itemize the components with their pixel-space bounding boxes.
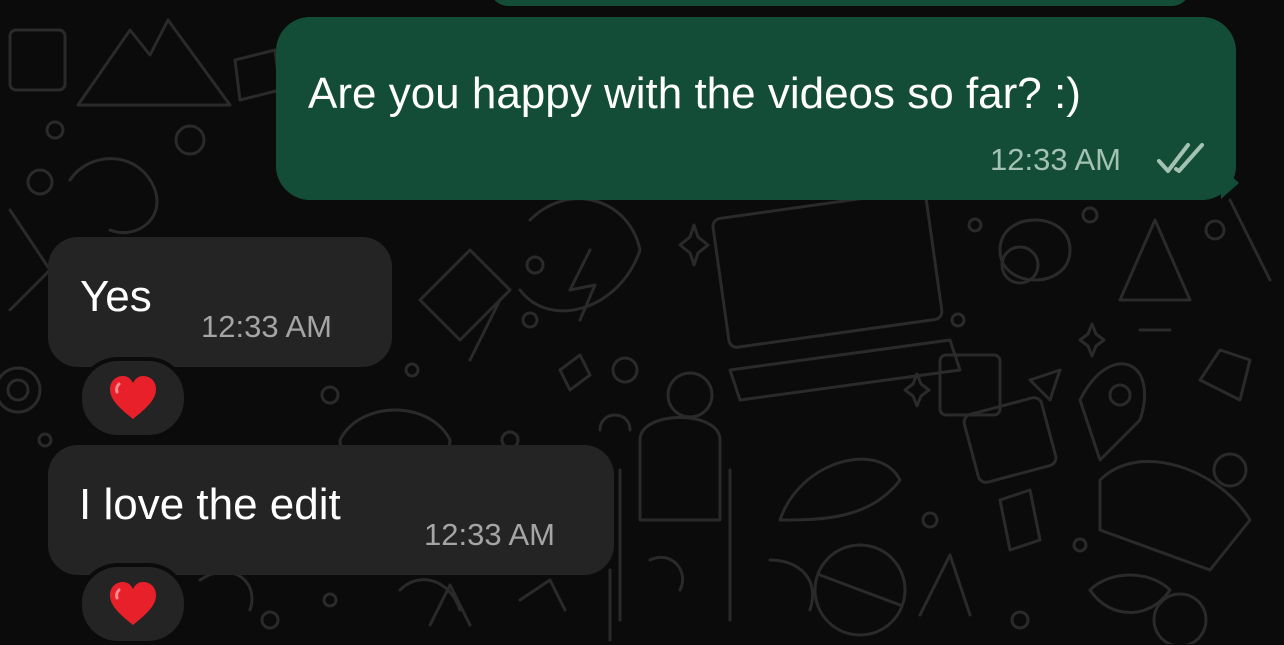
bubble-tail	[1221, 167, 1239, 199]
reaction-badge[interactable]	[78, 563, 188, 645]
incoming-message-bubble[interactable]: Yes 12:33 AM	[48, 237, 392, 367]
previous-message-bubble	[490, 0, 1190, 6]
red-heart-icon	[110, 376, 156, 419]
outgoing-message-bubble[interactable]: Are you happy with the videos so far? :)…	[276, 17, 1239, 200]
message-timestamp: 12:33 AM	[201, 309, 332, 344]
message-text: I love the edit	[79, 480, 341, 529]
red-heart-icon	[110, 582, 156, 625]
message-timestamp: 12:33 AM	[424, 517, 555, 552]
message-timestamp: 12:33 AM	[990, 142, 1121, 177]
message-text: Yes	[80, 272, 152, 321]
reaction-badge[interactable]	[78, 357, 188, 439]
message-text: Are you happy with the videos so far? :)	[308, 69, 1081, 118]
double-check-icon	[1156, 141, 1206, 175]
incoming-message-bubble[interactable]: I love the edit 12:33 AM	[48, 445, 614, 575]
